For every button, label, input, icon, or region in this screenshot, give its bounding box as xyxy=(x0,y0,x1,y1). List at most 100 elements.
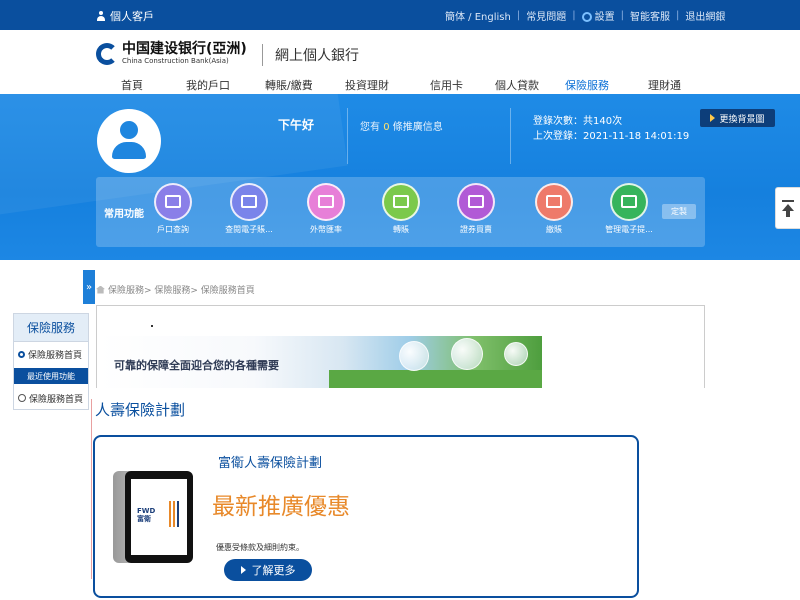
fwd-stripe xyxy=(177,501,179,527)
login-count: 登錄次數：共140次 xyxy=(533,116,623,127)
banner-grass xyxy=(329,370,542,388)
tablet-image: FWD 富衛 xyxy=(113,471,193,563)
shortcut-transfer[interactable]: 轉賬 xyxy=(371,183,431,235)
bank-logo[interactable]: 中国建设银行(亞洲) China Construction Bank(Asia) xyxy=(96,42,247,65)
side-menu: 保險服務 保險服務首頁 最近使用功能 保險服務首頁 xyxy=(13,313,89,410)
side-menu-item-home[interactable]: 保險服務首頁 xyxy=(14,342,88,366)
back-to-top-icon xyxy=(782,200,794,202)
side-menu-item-recent[interactable]: 保險服務首頁 xyxy=(14,386,88,410)
bubble-ball-image xyxy=(504,342,528,366)
shortcut-e-statement[interactable]: 查閱電子賬... xyxy=(219,183,279,235)
avatar xyxy=(97,109,161,173)
side-menu-title[interactable]: 保險服務 xyxy=(14,314,88,342)
shortcut-label: 查閱電子賬... xyxy=(225,225,273,234)
fwd-stripe xyxy=(173,501,175,527)
content-dot xyxy=(151,325,153,327)
settings-label: 設置 xyxy=(594,12,615,23)
faq-link[interactable]: 常見問題 xyxy=(526,8,566,23)
shortcut-account-inquiry[interactable]: 戶口查詢 xyxy=(143,183,203,235)
nav-transfer-payment[interactable]: 轉賬/繳費 xyxy=(265,77,313,93)
back-to-top-button[interactable] xyxy=(775,187,800,229)
personal-customer-link[interactable]: 個人客戶 xyxy=(96,8,154,24)
radio-dot-icon xyxy=(18,350,25,358)
play-icon xyxy=(710,114,716,122)
header: 中国建设银行(亞洲) China Construction Bank(Asia)… xyxy=(0,30,800,94)
fwd-logo-en: FWD xyxy=(137,507,156,515)
gear-icon xyxy=(581,12,592,22)
shortcut-bill-payment[interactable]: 繳賬 xyxy=(524,183,584,235)
fwd-logo: FWD 富衛 xyxy=(137,507,155,523)
breadcrumb-path[interactable]: 保險服務> 保險服務> 保險服務首頁 xyxy=(108,283,255,296)
expand-menu-button[interactable]: » xyxy=(83,270,95,304)
avatar-body xyxy=(112,142,146,159)
shortcut-fx-rate[interactable]: 外幣匯率 xyxy=(296,183,356,235)
clock-icon xyxy=(18,394,26,402)
e-direct-debit-icon xyxy=(610,183,648,221)
fx-rate-icon xyxy=(307,183,345,221)
login-info: 登錄次數：共140次 上次登錄：2021-11-18 14:01:19 xyxy=(533,114,689,144)
bill-payment-icon xyxy=(535,183,573,221)
site-subtitle: 網上個人銀行 xyxy=(275,48,359,64)
account-inquiry-icon xyxy=(154,183,192,221)
nav-personal-loan[interactable]: 個人貸款 xyxy=(495,77,539,93)
personal-customer-label: 個人客戶 xyxy=(110,10,154,23)
shortcut-label: 管理電子提... xyxy=(605,225,653,234)
shortcut-label: 繳賬 xyxy=(546,225,562,234)
shortcut-label: 證券買賣 xyxy=(460,225,492,234)
logo-english-name: China Construction Bank(Asia) xyxy=(122,57,229,65)
promo-message-prefix: 您有 xyxy=(360,122,380,133)
separator: | xyxy=(572,10,576,21)
customize-shortcuts-button[interactable]: 定製 xyxy=(662,204,696,219)
top-links: 簡体 / English | 常見問題 | 設置 | 智能客服 | 退出網銀 xyxy=(445,8,725,23)
insurance-banner-text: 可靠的保障全面迎合您的各種需要 xyxy=(114,359,279,372)
last-login: 上次登錄：2021-11-18 14:01:19 xyxy=(533,131,690,142)
divider xyxy=(347,108,348,164)
nav-insurance[interactable]: 保險服務 xyxy=(565,77,609,93)
learn-more-button[interactable]: 了解更多 xyxy=(224,559,312,581)
nav-credit-card[interactable]: 信用卡 xyxy=(430,77,463,93)
securities-icon xyxy=(457,183,495,221)
shortcut-securities[interactable]: 證券買賣 xyxy=(446,183,506,235)
content-divider xyxy=(91,399,92,579)
promo-message-suffix: 條推廣信息 xyxy=(392,122,443,133)
change-background-button[interactable]: 更換背景圖 xyxy=(700,109,775,127)
shortcut-e-direct-debit[interactable]: 管理電子提... xyxy=(599,183,659,235)
separator: | xyxy=(516,10,521,21)
nav-wealth-connect[interactable]: 理財通 xyxy=(648,77,681,93)
logo-divider xyxy=(262,44,263,66)
logout-link[interactable]: 退出網銀 xyxy=(685,8,725,23)
home-icon[interactable] xyxy=(96,285,105,294)
promo-message-count: 0 xyxy=(383,122,390,133)
smart-service-link[interactable]: 智能客服 xyxy=(630,8,670,23)
promo-headline: 最新推廣優惠 xyxy=(212,494,350,520)
nav-investment[interactable]: 投資理財 xyxy=(345,77,389,93)
avatar-head xyxy=(120,121,138,139)
nav-my-account[interactable]: 我的戶口 xyxy=(186,77,230,93)
shortcut-label: 戶口查詢 xyxy=(157,225,189,234)
insurance-banner[interactable]: 可靠的保障全面迎合您的各種需要 xyxy=(99,336,542,388)
language-link[interactable]: 簡体 / English xyxy=(445,8,511,23)
change-background-label: 更換背景圖 xyxy=(719,114,765,125)
separator: | xyxy=(675,10,680,21)
nav-home[interactable]: 首頁 xyxy=(121,77,143,93)
shortcuts-label: 常用功能 xyxy=(104,209,144,220)
logo-chinese-name: 中国建设银行(亞洲) xyxy=(122,41,247,57)
learn-more-label: 了解更多 xyxy=(251,564,296,577)
greeting: 下午好 xyxy=(278,118,315,132)
user-icon xyxy=(96,11,106,21)
promo-message[interactable]: 您有 0 條推廣信息 xyxy=(360,118,443,133)
top-bar: 個人客戶 簡体 / English | 常見問題 | 設置 | 智能客服 | 退… xyxy=(0,0,800,30)
life-insurance-title: 人壽保險計劃 xyxy=(95,401,186,419)
fwd-logo-cn: 富衛 xyxy=(137,515,151,523)
separator: | xyxy=(620,10,624,21)
play-icon xyxy=(240,566,246,574)
welcome-banner: 下午好 您有 0 條推廣信息 登錄次數：共140次 上次登錄：2021-11-1… xyxy=(0,94,800,260)
divider xyxy=(510,108,511,164)
settings-link[interactable]: 設置 xyxy=(581,8,615,23)
promo-note: 優惠受條款及細則約束。 xyxy=(216,543,304,552)
promo-title: 富衛人壽保險計劃 xyxy=(218,456,323,471)
bubble-ball-image xyxy=(399,341,429,371)
side-menu-item-label: 保險服務首頁 xyxy=(28,350,83,361)
main-nav: 首頁 我的戶口 轉賬/繳費 投資理財 信用卡 個人貸款 保險服務 理財通 xyxy=(0,77,800,94)
arrow-stem xyxy=(786,210,790,217)
